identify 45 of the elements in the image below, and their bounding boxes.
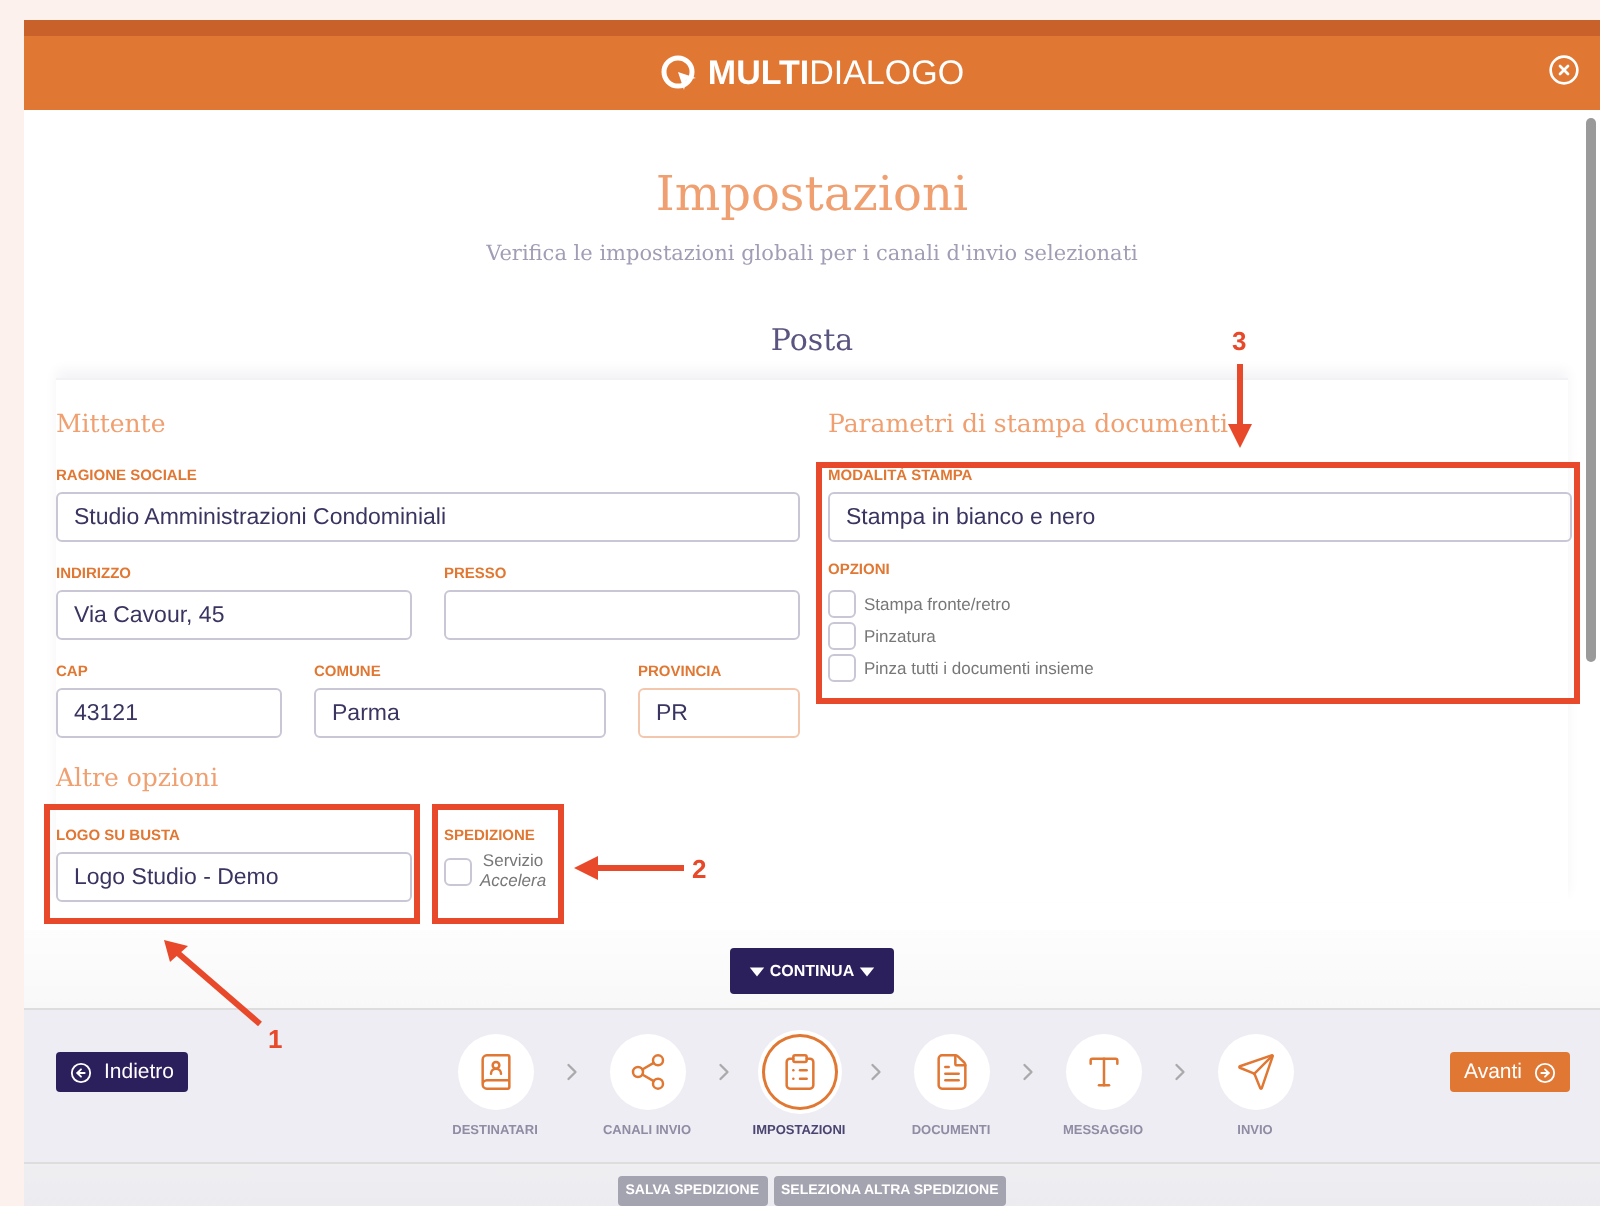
scrollbar-thumb[interactable]	[1586, 118, 1596, 662]
channel-heading: Posta	[770, 322, 854, 358]
input-field[interactable]: 43121	[56, 688, 282, 738]
input-field[interactable]: Logo Studio - Demo	[56, 852, 412, 902]
share-icon	[627, 1052, 668, 1092]
annotation-number: 1	[268, 1024, 283, 1054]
checkbox-label: Pinza tutti i documenti insieme	[864, 658, 1094, 678]
caret-icon	[858, 962, 877, 980]
page-title: Impostazioni	[655, 166, 969, 222]
caret-icon	[747, 962, 766, 980]
checkbox[interactable]	[828, 590, 856, 618]
close-button[interactable]	[1548, 54, 1580, 86]
checkbox[interactable]	[828, 622, 856, 650]
annotation-number: 2	[692, 854, 707, 884]
section-heading: Mittente	[56, 408, 168, 438]
back-button[interactable]: Indietro	[56, 1052, 189, 1092]
section-heading: Parametri di stampa documenti	[828, 408, 1230, 438]
paper-plane-icon	[1235, 1052, 1276, 1092]
annotation-arrow	[1228, 364, 1252, 448]
input-field[interactable]	[444, 590, 800, 640]
contact-book-icon	[475, 1052, 516, 1092]
document-icon	[931, 1052, 972, 1092]
annotation-arrow	[574, 856, 684, 880]
input-field[interactable]: Stampa in bianco e nero	[828, 492, 1572, 542]
input-field[interactable]: Studio Amministrazioni Condominiali	[56, 492, 800, 542]
page-subtitle: Verifica le impostazioni globali per i canali d'invio selezionati	[486, 242, 1138, 266]
arrow-left-icon	[70, 1061, 92, 1083]
continue-button[interactable]: CONTINUA	[729, 948, 895, 994]
input-field[interactable]: PR	[638, 688, 800, 738]
text-icon	[1083, 1052, 1124, 1092]
clipboard-icon	[779, 1052, 820, 1092]
section-heading: Altre opzioni	[56, 762, 221, 792]
checkbox-label: Servizio Accelera	[480, 852, 547, 892]
annotation-arrow	[164, 940, 264, 1028]
checkbox[interactable]	[444, 857, 472, 886]
logo: MULTIDIALOGO	[659, 53, 965, 93]
checkbox-label: Pinzatura	[864, 626, 936, 646]
input-field[interactable]: Via Cavour, 45	[56, 590, 412, 640]
checkbox-label: Stampa fronte/retro	[864, 594, 1011, 614]
arrow-right-icon	[1534, 1061, 1556, 1083]
logo-icon	[659, 53, 700, 93]
highlight-frame	[432, 804, 564, 924]
input-field[interactable]: Parma	[314, 688, 606, 738]
checkbox[interactable]	[828, 654, 856, 682]
annotation-number: 3	[1232, 326, 1247, 356]
